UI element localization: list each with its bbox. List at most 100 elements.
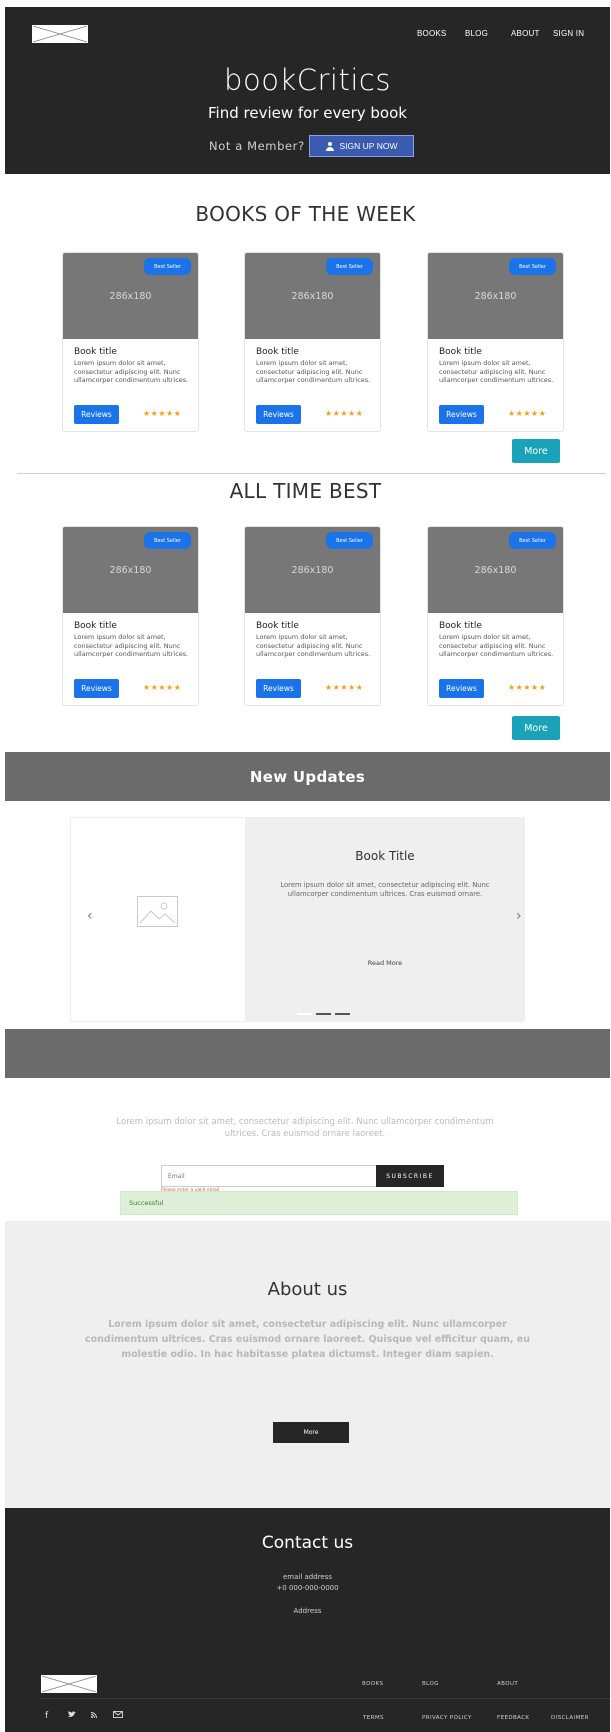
sign-up-label: SIGN UP NOW: [339, 141, 398, 151]
member-prompt: Not a Member?: [209, 139, 305, 153]
best-seller-badge: Best Seller: [326, 258, 373, 275]
book-title: Book title: [439, 347, 482, 357]
book-card[interactable]: 286x180 Best Seller Book title Lorem ipsum …: [62, 252, 199, 432]
top-nav: BOOKS BLOG ABOUT SIGN IN: [5, 29, 610, 43]
new-updates-banner: New Updates: [5, 752, 610, 801]
nav-blog[interactable]: BLOG: [465, 29, 488, 38]
carousel-image-pane: ‹: [71, 818, 245, 1021]
carousel-slide-title: Book Title: [355, 849, 415, 863]
thumbnail-size-label: 286x180: [291, 564, 334, 576]
book-card[interactable]: 286x180 Best Seller Book title Lorem ipsum …: [62, 526, 199, 706]
footer-nav-about[interactable]: ABOUT: [497, 1681, 518, 1687]
image-placeholder-icon: [137, 896, 178, 927]
book-title: Book title: [74, 621, 117, 631]
carousel-next-icon[interactable]: ›: [516, 908, 522, 924]
books-of-week-title: BOOKS OF THE WEEK: [195, 202, 416, 226]
footer: Contact us email address +0 000-000-0000…: [5, 1508, 610, 1732]
contact-phone: +0 000-000-0000: [276, 1584, 339, 1592]
user-icon: [325, 141, 334, 151]
nav-sign-in[interactable]: SIGN IN: [553, 29, 584, 38]
book-description: Lorem ipsum dolor sit amet, consectetur …: [439, 359, 554, 385]
book-description: Lorem ipsum dolor sit amet, consectetur …: [74, 633, 189, 659]
reviews-button[interactable]: Reviews: [256, 405, 301, 424]
book-card[interactable]: 286x180 Best Seller Book title Lorem ipsum …: [244, 526, 381, 706]
star-rating: ★★★★★: [508, 409, 547, 418]
facebook-icon[interactable]: f: [45, 1711, 48, 1721]
all-time-best-title: ALL TIME BEST: [229, 479, 382, 503]
nav-about[interactable]: ABOUT: [511, 29, 540, 38]
best-seller-badge: Best Seller: [144, 532, 191, 549]
nav-books[interactable]: BOOKS: [417, 29, 446, 38]
carousel-content-pane: Book Title Lorem ipsum dolor sit amet, c…: [245, 818, 525, 1021]
carousel-prev-icon[interactable]: ‹: [87, 908, 93, 924]
contact-email[interactable]: email address: [5, 1573, 610, 1581]
mail-icon[interactable]: [113, 1711, 123, 1721]
about-text: Lorem ipsum dolor sit amet, consectetur …: [85, 1319, 530, 1360]
about-section: About us Lorem ipsum dolor sit amet, con…: [5, 1221, 610, 1508]
twitter-icon[interactable]: [68, 1711, 76, 1721]
reviews-button[interactable]: Reviews: [439, 405, 484, 424]
books-of-week-more-button[interactable]: More: [512, 439, 560, 463]
book-title: Book title: [256, 621, 299, 631]
contact-title: Contact us: [261, 1533, 354, 1553]
section-divider: [17, 473, 606, 474]
book-card[interactable]: 286x180 Best Seller Book title Lorem ipsum …: [427, 252, 564, 432]
star-rating: ★★★★★: [325, 409, 364, 418]
book-title: Book title: [256, 347, 299, 357]
thumbnail-size-label: 286x180: [109, 290, 152, 302]
carousel-indicator[interactable]: [297, 1013, 312, 1015]
footer-nav-blog[interactable]: BLOG: [422, 1681, 439, 1687]
success-alert: Successful: [120, 1191, 518, 1215]
footer-disclaimer-link[interactable]: DISCLAIMER: [551, 1715, 589, 1721]
carousel-slide-text: Lorem ipsum dolor sit amet, consectetur …: [280, 881, 490, 898]
updates-carousel: ‹ Book Title Lorem ipsum dolor sit amet,…: [70, 817, 525, 1022]
book-description: Lorem ipsum dolor sit amet, consectetur …: [256, 633, 371, 659]
book-card[interactable]: 286x180 Best Seller Book title Lorem ipsum …: [244, 252, 381, 432]
book-title: Book title: [74, 347, 117, 357]
thumbnail-size-label: 286x180: [109, 564, 152, 576]
book-description: Lorem ipsum dolor sit amet, consectetur …: [256, 359, 371, 385]
reviews-button[interactable]: Reviews: [74, 679, 119, 698]
book-description: Lorem ipsum dolor sit amet, consectetur …: [74, 359, 189, 385]
email-input[interactable]: [161, 1165, 377, 1187]
reviews-button[interactable]: Reviews: [439, 679, 484, 698]
thumbnail-size-label: 286x180: [474, 564, 517, 576]
carousel-indicator[interactable]: [316, 1013, 331, 1015]
about-title: About us: [267, 1279, 348, 1300]
footer-nav-books[interactable]: BOOKS: [362, 1681, 383, 1687]
hero-header: BOOKS BLOG ABOUT SIGN IN bookCritics Fin…: [5, 7, 610, 174]
all-time-best-more-button[interactable]: More: [512, 716, 560, 740]
footer-logo[interactable]: [41, 1675, 97, 1693]
reviews-button[interactable]: Reviews: [256, 679, 301, 698]
book-card[interactable]: 286x180 Best Seller Book title Lorem ipsum …: [427, 526, 564, 706]
footer-privacy-link[interactable]: PRIVACY POLICY: [422, 1715, 472, 1721]
star-rating: ★★★★★: [143, 409, 182, 418]
footer-feedback-link[interactable]: FEEDBACK: [497, 1715, 529, 1721]
book-description: Lorem ipsum dolor sit amet, consectetur …: [439, 633, 554, 659]
logo-placeholder-icon: [42, 1676, 96, 1692]
best-seller-badge: Best Seller: [509, 532, 556, 549]
best-seller-badge: Best Seller: [144, 258, 191, 275]
best-seller-badge: Best Seller: [509, 258, 556, 275]
carousel-indicators: [297, 1013, 350, 1015]
rss-icon[interactable]: [90, 1711, 97, 1721]
sign-up-button[interactable]: SIGN UP NOW: [309, 135, 414, 157]
brand-title: bookCritics: [224, 63, 391, 97]
book-title: Book title: [439, 621, 482, 631]
tagline: Find review for every book: [208, 104, 407, 122]
footer-divider: [39, 1698, 610, 1699]
read-more-link[interactable]: Read More: [245, 959, 525, 967]
contact-address: Address: [293, 1607, 322, 1615]
subscribe-description: Lorem ipsum dolor sit amet, consectetur …: [116, 1117, 494, 1139]
carousel-indicator[interactable]: [335, 1013, 350, 1015]
star-rating: ★★★★★: [325, 683, 364, 692]
thumbnail-size-label: 286x180: [291, 290, 334, 302]
reviews-button[interactable]: Reviews: [74, 405, 119, 424]
about-more-button[interactable]: More: [273, 1422, 349, 1443]
thumbnail-size-label: 286x180: [474, 290, 517, 302]
footer-terms-link[interactable]: TERMS: [363, 1715, 384, 1721]
gray-banner: [5, 1029, 610, 1078]
subscribe-button[interactable]: SUBSCRIBE: [376, 1165, 444, 1187]
star-rating: ★★★★★: [508, 683, 547, 692]
star-rating: ★★★★★: [143, 683, 182, 692]
